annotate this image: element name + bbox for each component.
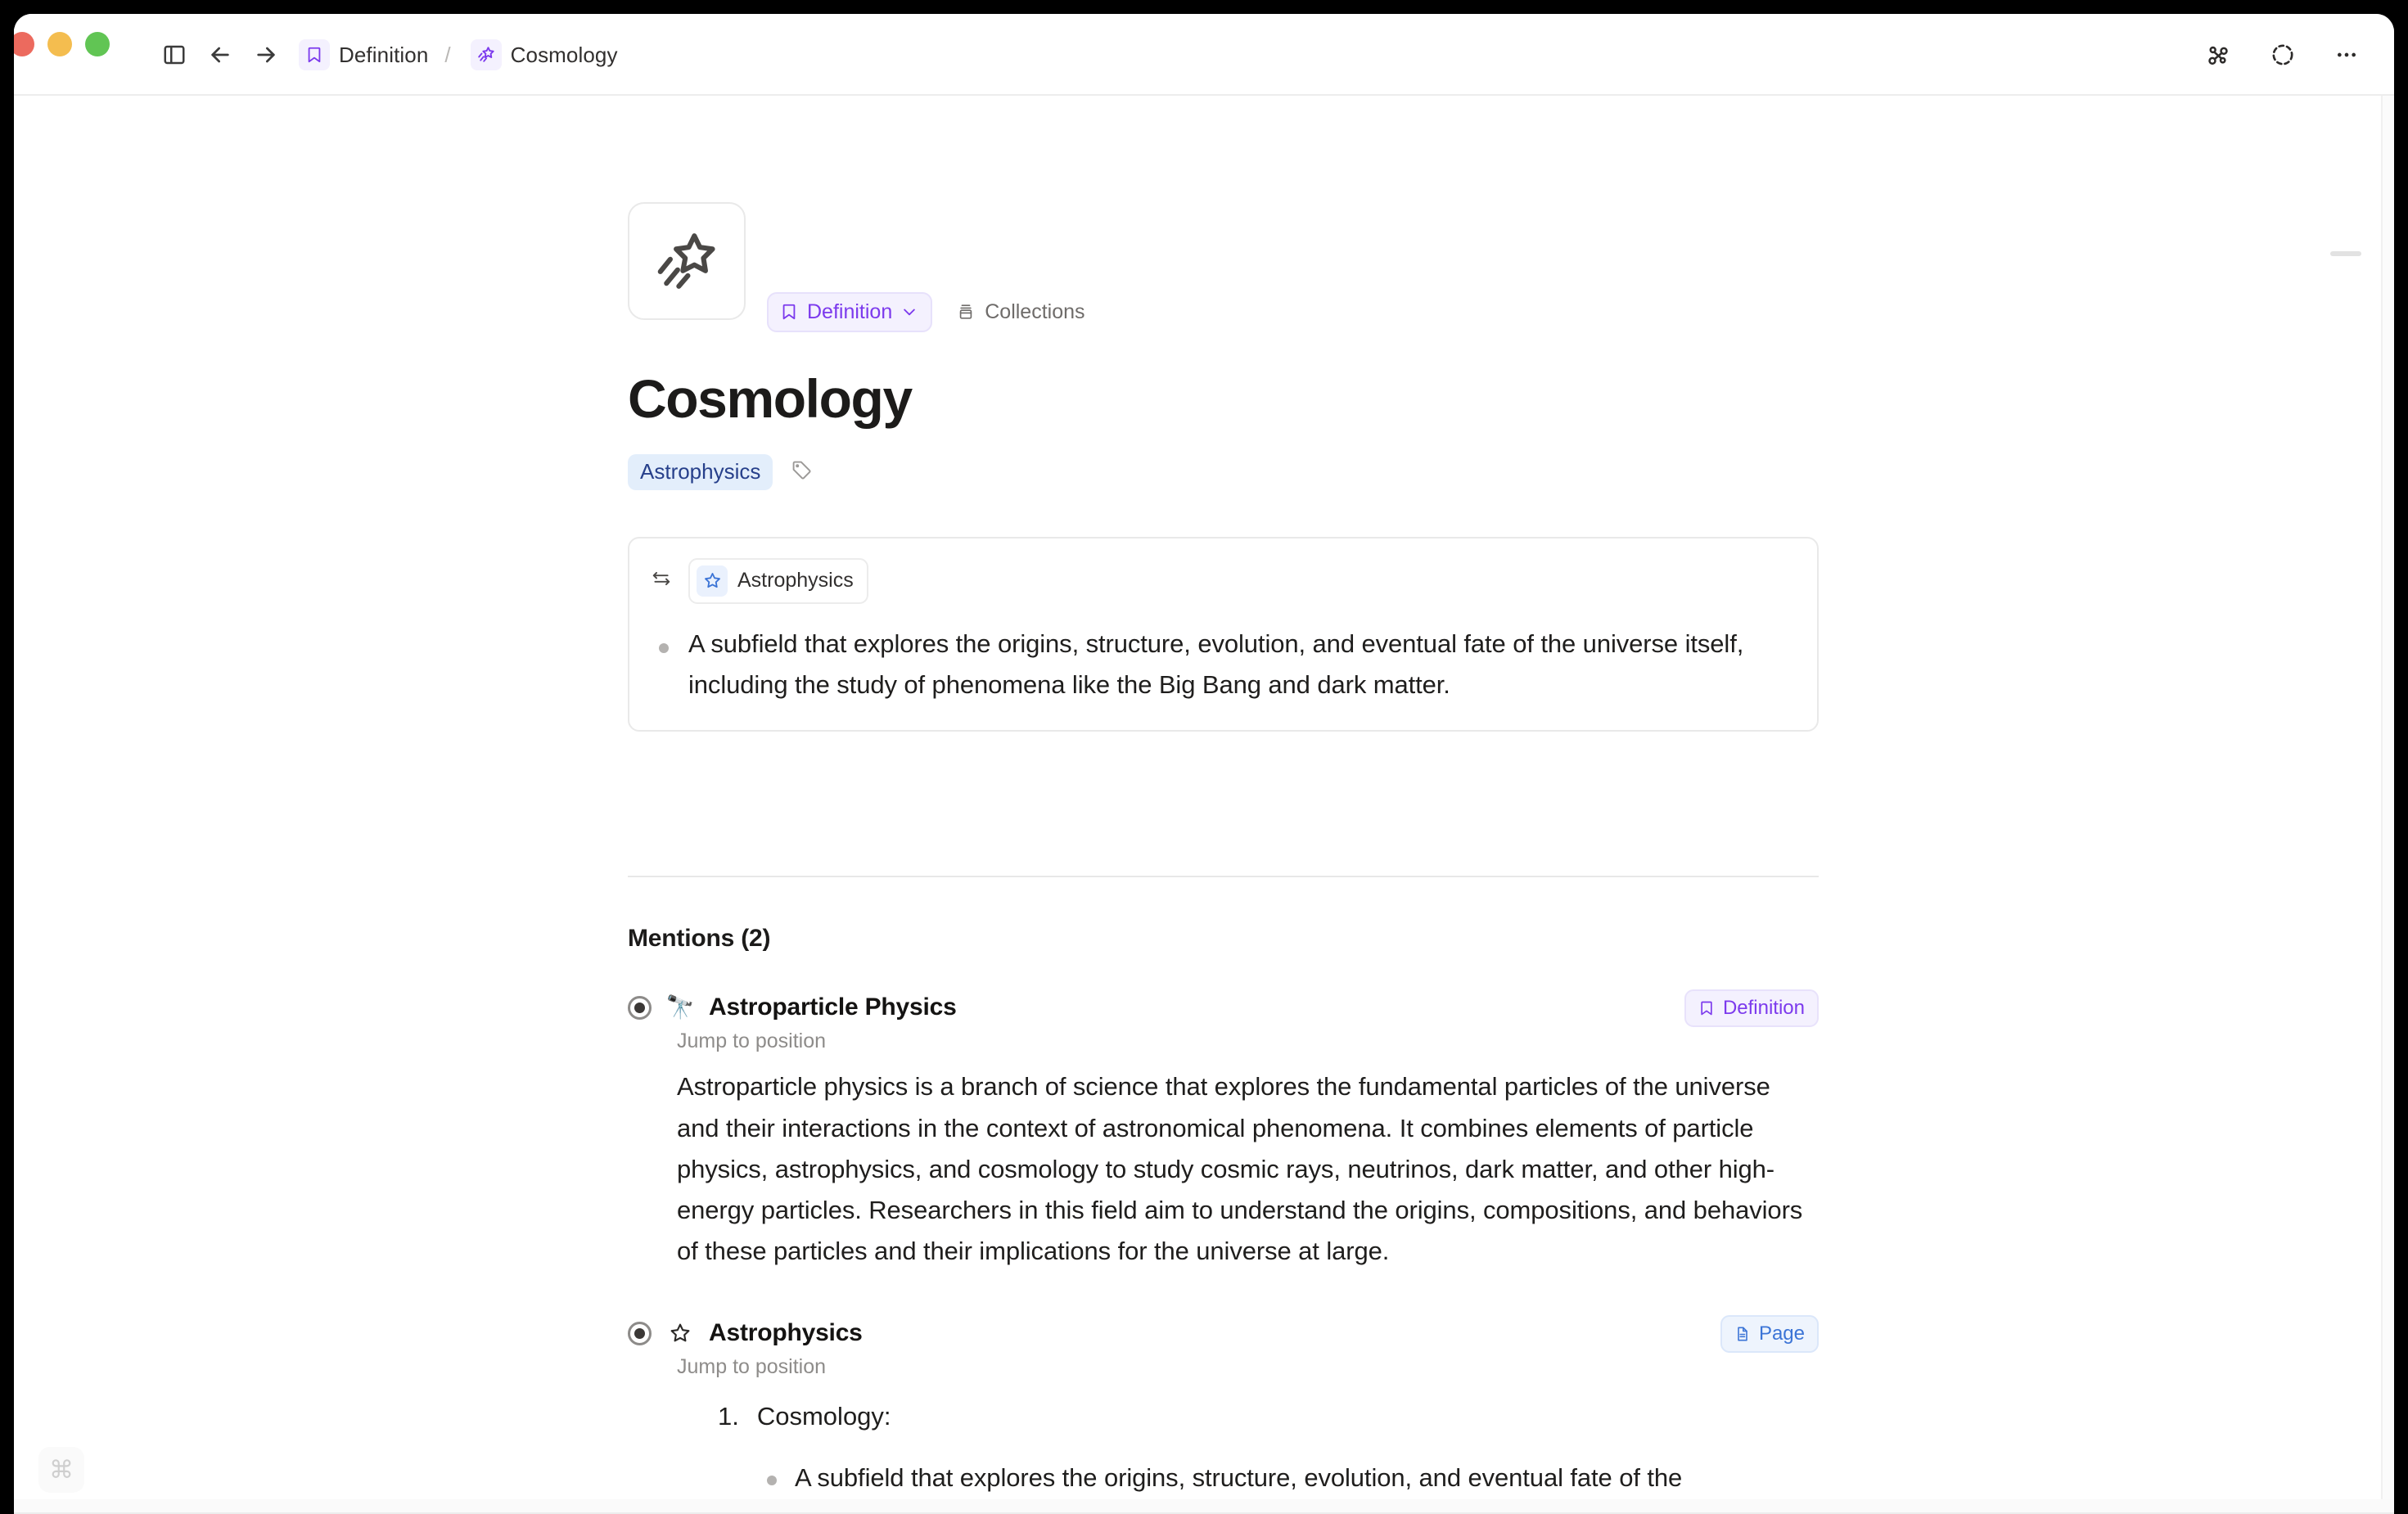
embed-card-body: A subfield that explores the origins, st…	[651, 624, 1792, 705]
page-type-pill[interactable]: Definition	[767, 291, 933, 332]
breadcrumb-item-definition[interactable]: Definition	[292, 34, 435, 75]
tag-icon[interactable]	[791, 459, 813, 485]
sub-bullet-item: A subfield that explores the origins, st…	[767, 1458, 1823, 1498]
tag-chip-astrophysics[interactable]: Astrophysics	[628, 453, 773, 490]
mention-header: 🔭 Astroparticle Physics	[628, 994, 1819, 1021]
tag-row: Astrophysics	[628, 453, 1819, 490]
swap-arrows-icon[interactable]	[651, 568, 672, 593]
embed-reference-chip[interactable]: Astrophysics	[688, 557, 868, 604]
bookmark-icon	[299, 39, 330, 70]
ordered-list-item: 1. Cosmology:	[718, 1397, 1819, 1436]
mention-body-text: Astroparticle physics is a branch of sci…	[677, 1072, 1803, 1266]
star-outline-icon	[666, 1322, 694, 1345]
graph-view-icon[interactable]	[2196, 32, 2242, 78]
command-palette-button[interactable]: ⌘	[38, 1447, 84, 1493]
embed-card[interactable]: Astrophysics A subfield that explores th…	[628, 536, 1819, 732]
mention-badge-label: Page	[1758, 1322, 1805, 1345]
app-window: Definition / Cosmology Definition Collec…	[0, 0, 2408, 1514]
mention-item-astroparticle-physics[interactable]: 🔭 Astroparticle Physics Definition Jump …	[628, 989, 1819, 1272]
document-body: Definition Collections Cosmology Astroph…	[628, 202, 1819, 1499]
shooting-star-icon	[470, 39, 502, 70]
close-button[interactable]	[14, 32, 34, 56]
shooting-star-icon	[657, 233, 715, 289]
collections-label: Collections	[985, 300, 1085, 323]
mentions-heading: Mentions (2)	[628, 925, 771, 953]
mention-header: Astrophysics	[628, 1319, 1819, 1347]
page-type-label: Definition	[807, 300, 893, 323]
section-divider	[628, 876, 1819, 878]
mention-badge-page[interactable]: Page	[1720, 1315, 1819, 1354]
mention-target-icon[interactable]	[628, 1321, 652, 1345]
page-meta-row: Definition Collections	[767, 289, 1819, 335]
list-number: 1.	[718, 1402, 739, 1431]
page-icon-button[interactable]	[628, 202, 746, 320]
chevron-down-icon	[904, 309, 915, 316]
focus-mode-icon[interactable]	[2260, 32, 2306, 78]
jump-to-position-link[interactable]: Jump to position	[677, 1355, 1819, 1379]
mention-title[interactable]: Astrophysics	[709, 1319, 863, 1347]
titlebar: Definition / Cosmology	[14, 14, 2394, 96]
back-arrow-icon[interactable]	[197, 32, 243, 78]
collections-button[interactable]: Collections	[954, 295, 1088, 329]
mention-target-icon[interactable]	[628, 995, 652, 1020]
list-item-text: Cosmology:	[756, 1402, 891, 1431]
bullet-icon	[767, 1476, 777, 1486]
bullet-icon	[659, 642, 669, 653]
vertical-scrollbar[interactable]	[2381, 96, 2394, 1514]
jump-to-position-link[interactable]: Jump to position	[677, 1030, 1819, 1053]
traffic-light-group	[14, 14, 122, 70]
breadcrumb-separator: /	[444, 42, 451, 67]
sub-bullet-text: A subfield that explores the origins, st…	[795, 1463, 1683, 1493]
minimize-button[interactable]	[47, 32, 72, 56]
star-icon	[697, 565, 728, 597]
embed-card-header: Astrophysics	[651, 557, 1792, 604]
zoom-button[interactable]	[85, 32, 110, 56]
mention-item-astrophysics[interactable]: Astrophysics Page Jump to position 1. Co…	[628, 1315, 1819, 1498]
outline-indicator[interactable]	[2330, 251, 2361, 256]
embed-reference-label: Astrophysics	[737, 569, 854, 593]
breadcrumb-label-definition: Definition	[339, 42, 429, 67]
window-frame: Definition / Cosmology Definition Collec…	[14, 14, 2394, 1514]
titlebar-right-group	[2196, 14, 2370, 96]
document-icon	[1738, 1327, 1747, 1341]
more-options-icon[interactable]	[2324, 32, 2370, 78]
document-scroll-area[interactable]: Definition Collections Cosmology Astroph…	[14, 96, 2394, 1514]
bookmark-icon	[782, 304, 796, 320]
mention-badge-definition[interactable]: Definition	[1684, 989, 1819, 1028]
telescope-icon: 🔭	[665, 994, 695, 1021]
page-title[interactable]: Cosmology	[628, 368, 1819, 430]
titlebar-left-group: Definition / Cosmology	[151, 14, 625, 96]
breadcrumb-item-cosmology[interactable]: Cosmology	[464, 34, 625, 75]
collections-icon	[959, 304, 972, 319]
embed-text: A subfield that explores the origins, st…	[688, 629, 1744, 700]
bookmark-icon	[1701, 1002, 1712, 1016]
forward-arrow-icon[interactable]	[243, 32, 289, 78]
sidebar-toggle-icon[interactable]	[151, 32, 197, 78]
mention-title[interactable]: Astroparticle Physics	[709, 994, 957, 1021]
breadcrumb-label-cosmology: Cosmology	[510, 42, 618, 67]
mention-badge-label: Definition	[1722, 997, 1805, 1020]
